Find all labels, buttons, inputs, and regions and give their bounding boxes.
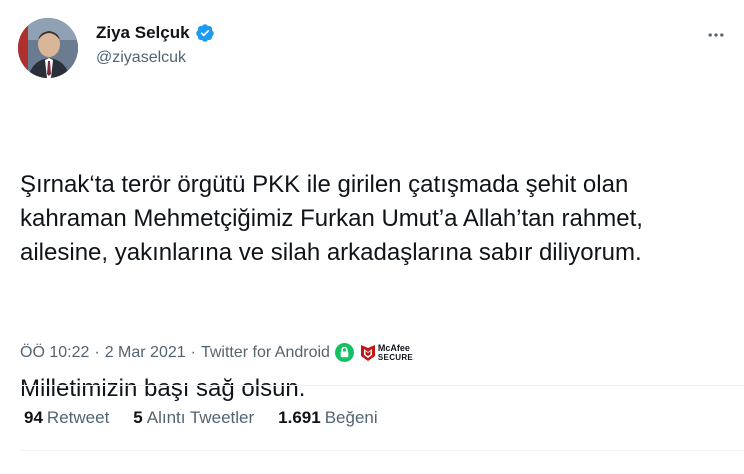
mcafee-label: McAfee xyxy=(377,342,410,353)
meta-separator: · xyxy=(190,343,196,361)
divider xyxy=(20,450,744,451)
retweet-stat[interactable]: 94 Retweet xyxy=(24,408,109,428)
divider xyxy=(20,385,744,386)
verified-badge-icon xyxy=(195,24,214,42)
retweet-label: Retweet xyxy=(46,408,110,427)
quote-label: Alıntı Tweetler xyxy=(146,408,255,427)
tweet-stats: 94 Retweet 5 Alıntı Tweetler 1.691 Beğeni xyxy=(24,408,378,428)
mcafee-shield-icon xyxy=(360,344,375,361)
quote-stat[interactable]: 5 Alıntı Tweetler xyxy=(133,408,254,428)
tweet-paragraph-1: Şırnak‘ta terör örgütü PKK ile girilen ç… xyxy=(20,171,650,266)
author-name[interactable]: Ziya Selçuk xyxy=(96,23,190,43)
author-name-row[interactable]: Ziya Selçuk xyxy=(96,23,215,43)
mcafee-secure-label: SECURE xyxy=(377,352,414,362)
like-count: 1.691 xyxy=(278,408,321,427)
retweet-count: 94 xyxy=(24,408,43,427)
avatar[interactable] xyxy=(18,18,78,78)
author-handle[interactable]: @ziyaselcuk xyxy=(96,49,186,67)
like-stat[interactable]: 1.691 Beğeni xyxy=(278,408,377,428)
more-dots-icon[interactable] xyxy=(704,23,728,47)
like-label: Beğeni xyxy=(324,408,378,427)
quote-count: 5 xyxy=(133,408,143,427)
meta-separator: · xyxy=(94,343,100,361)
tweet-time[interactable]: ÖÖ 10:22 xyxy=(20,344,89,362)
tweet-source[interactable]: Twitter for Android xyxy=(201,344,330,362)
lock-icon xyxy=(334,343,354,362)
tweet-meta: ÖÖ 10:22 · 2 Mar 2021 · Twitter for Andr… xyxy=(20,343,413,362)
mcafee-secure-badge[interactable]: McAfee SECURE xyxy=(360,342,414,362)
tweet-date[interactable]: 2 Mar 2021 xyxy=(105,344,186,362)
tweet-paragraph-2: Milletimizin başı sağ olsun. xyxy=(20,375,306,402)
tweet-card: Ziya Selçuk @ziyaselcuk Şırnak‘ta terör … xyxy=(0,0,744,455)
